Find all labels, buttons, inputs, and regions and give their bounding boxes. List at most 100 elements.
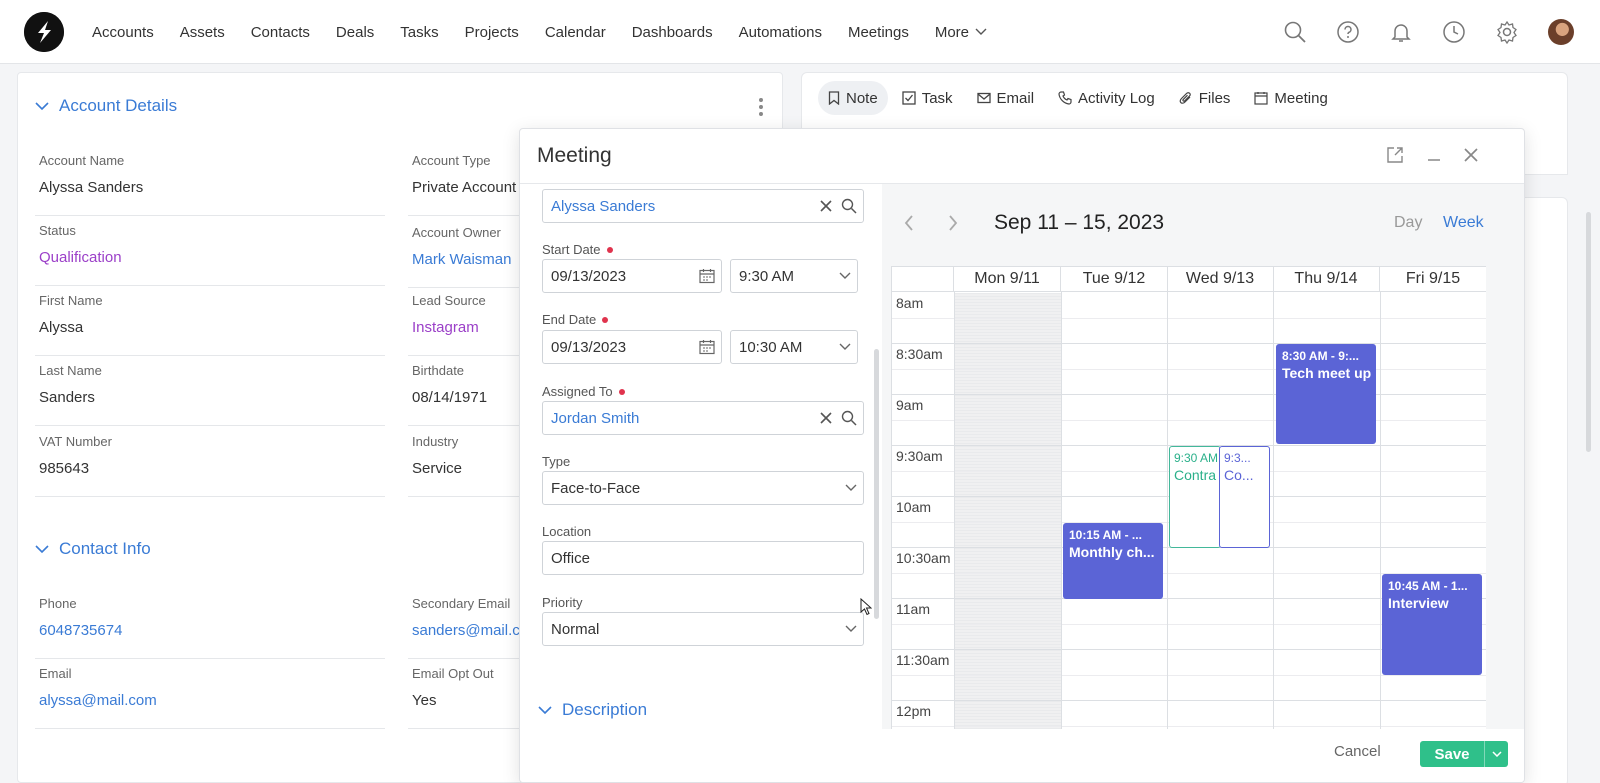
save-options-icon[interactable] <box>1484 741 1508 767</box>
nav-assets[interactable]: Assets <box>180 24 225 41</box>
nav-dashboards[interactable]: Dashboards <box>632 24 713 41</box>
cancel-button[interactable]: Cancel <box>1334 743 1381 760</box>
tab-files[interactable]: Files <box>1169 81 1241 115</box>
tab-note[interactable]: Note <box>818 81 888 115</box>
mouse-cursor-icon <box>860 598 872 616</box>
field-status: Status Qualification <box>35 215 385 286</box>
location-value: Office <box>551 549 590 567</box>
event-time: 8:30 AM - 9:... <box>1282 349 1359 363</box>
field-value: Yes <box>412 692 437 709</box>
close-icon[interactable] <box>1460 144 1482 166</box>
nav-deals[interactable]: Deals <box>336 24 374 41</box>
related-to-field[interactable]: Alyssa Sanders <box>542 189 864 223</box>
start-date-input[interactable]: 09/13/2023 <box>542 259 722 293</box>
nav-accounts[interactable]: Accounts <box>92 24 154 41</box>
chevron-down-icon <box>975 28 987 35</box>
tab-email[interactable]: Email <box>967 81 1045 115</box>
grid-line <box>892 700 1486 701</box>
related-to-value: Alyssa Sanders <box>551 197 656 215</box>
search-icon[interactable] <box>841 198 857 214</box>
user-avatar[interactable] <box>1548 19 1574 45</box>
nav-automations[interactable]: Automations <box>739 24 822 41</box>
phone-link[interactable]: 6048735674 <box>39 622 122 639</box>
field-value: Alyssa <box>39 319 84 336</box>
event-current-meeting[interactable]: 9:3... Co... <box>1219 446 1270 548</box>
tab-label: Activity Log <box>1078 89 1155 107</box>
start-date-label: Start Date <box>542 242 613 257</box>
tab-activity-log[interactable]: Activity Log <box>1048 81 1165 115</box>
description-section-header[interactable]: Description <box>538 700 647 720</box>
page-scrollbar[interactable] <box>1586 212 1591 452</box>
save-button[interactable]: Save <box>1420 741 1508 767</box>
end-time-select[interactable]: 10:30 AM <box>730 330 858 364</box>
grid-line <box>892 318 1486 319</box>
nav-projects[interactable]: Projects <box>465 24 519 41</box>
bell-icon[interactable] <box>1387 18 1415 46</box>
view-day-button[interactable]: Day <box>1394 214 1422 232</box>
app-logo[interactable] <box>24 12 64 52</box>
week-calendar: Sep 11 – 15, 2023 Day Week Mon 9/11 Tue … <box>882 184 1524 736</box>
chevron-down-icon <box>845 484 857 491</box>
logo-mark-icon <box>24 12 64 52</box>
assigned-to-field[interactable]: Jordan Smith <box>542 401 864 435</box>
save-label: Save <box>1434 745 1470 763</box>
event-monthly-check[interactable]: 10:15 AM - ... Monthly ch... <box>1063 523 1163 599</box>
account-details-header[interactable]: Account Details <box>35 96 177 116</box>
nav-contacts[interactable]: Contacts <box>251 24 310 41</box>
type-select[interactable]: Face-to-Face <box>542 471 864 505</box>
chevron-down-icon <box>538 705 552 714</box>
event-time: 9:3... <box>1224 451 1251 465</box>
clock-icon[interactable] <box>1440 18 1468 46</box>
email-link[interactable]: alyssa@mail.com <box>39 692 157 709</box>
open-external-icon[interactable] <box>1384 144 1406 166</box>
account-owner-link[interactable]: Mark Waisman <box>412 251 511 268</box>
assigned-to-value: Jordan Smith <box>551 409 640 427</box>
event-name: Monthly ch... <box>1069 544 1155 560</box>
grid-column-line <box>1167 292 1168 736</box>
calendar-icon[interactable] <box>699 339 715 355</box>
start-time-select[interactable]: 9:30 AM <box>730 259 858 293</box>
nav-tasks[interactable]: Tasks <box>400 24 438 41</box>
chevron-down-icon <box>839 343 851 350</box>
gear-icon[interactable] <box>1493 18 1521 46</box>
field-label: Last Name <box>39 363 102 378</box>
tab-meeting[interactable]: Meeting <box>1244 81 1337 115</box>
end-time-value: 10:30 AM <box>739 338 803 356</box>
grid-column-line <box>1061 292 1062 736</box>
search-icon[interactable] <box>1281 18 1309 46</box>
nav-calendar[interactable]: Calendar <box>545 24 606 41</box>
end-date-label: End Date <box>542 312 609 327</box>
field-label: Secondary Email <box>412 596 511 611</box>
calendar-icon[interactable] <box>699 268 715 284</box>
nav-meetings[interactable]: Meetings <box>848 24 909 41</box>
contact-info-header[interactable]: Contact Info <box>35 539 151 559</box>
required-indicator <box>602 316 609 323</box>
calendar-grid: Mon 9/11 Tue 9/12 Wed 9/13 Thu 9/14 Fri … <box>891 266 1486 736</box>
form-scrollbar[interactable] <box>874 349 879 619</box>
tab-task[interactable]: Task <box>892 81 963 115</box>
bookmark-icon <box>828 91 840 105</box>
day-header-tue: Tue 9/12 <box>1061 267 1168 292</box>
more-options-icon[interactable] <box>752 95 770 119</box>
prev-week-icon[interactable] <box>898 210 920 236</box>
time-label: 8:30am <box>896 346 943 362</box>
search-icon[interactable] <box>841 410 857 426</box>
next-week-icon[interactable] <box>942 210 964 236</box>
event-interview[interactable]: 10:45 AM - 1... Interview <box>1382 574 1482 675</box>
past-day-shading <box>955 293 1061 736</box>
end-date-input[interactable]: 09/13/2023 <box>542 330 722 364</box>
location-input[interactable]: Office <box>542 541 864 575</box>
nav-more[interactable]: More <box>935 24 987 41</box>
assigned-to-label-text: Assigned To <box>542 384 613 399</box>
field-label: Account Owner <box>412 225 501 240</box>
clear-icon[interactable] <box>819 411 833 425</box>
clear-icon[interactable] <box>819 199 833 213</box>
time-label: 8am <box>896 295 924 311</box>
help-icon[interactable] <box>1334 18 1362 46</box>
priority-select[interactable]: Normal <box>542 612 864 646</box>
view-week-button[interactable]: Week <box>1443 214 1484 232</box>
minimize-icon[interactable] <box>1423 144 1445 166</box>
field-label: Account Name <box>39 153 125 168</box>
event-contract[interactable]: 9:30 AM Contra <box>1169 446 1221 548</box>
event-tech-meet-up[interactable]: 8:30 AM - 9:... Tech meet up <box>1276 344 1376 444</box>
